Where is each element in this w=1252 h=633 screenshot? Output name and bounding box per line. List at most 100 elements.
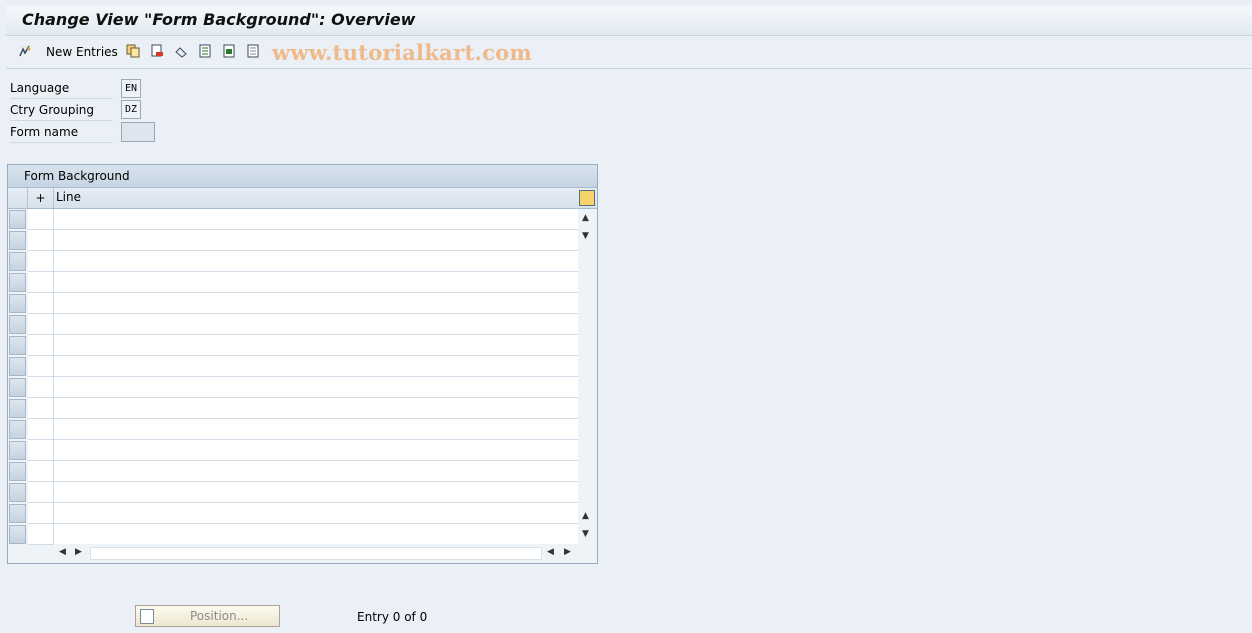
row-cell-plus[interactable]	[28, 524, 54, 545]
table-row	[8, 419, 578, 440]
column-header-plus[interactable]: +	[28, 188, 54, 208]
row-cell-line[interactable]	[54, 440, 578, 461]
row-cell-line[interactable]	[54, 230, 578, 251]
table-row	[8, 482, 578, 503]
vertical-scrollbar[interactable]: ▲ ▼ ▲ ▼	[579, 209, 595, 543]
table-row	[8, 272, 578, 293]
table-row	[8, 398, 578, 419]
row-selector-button[interactable]	[9, 357, 26, 376]
display-change-icon[interactable]	[18, 44, 32, 60]
table-header: + Line	[8, 188, 597, 209]
undo-change-icon[interactable]	[174, 44, 188, 60]
copy-as-icon[interactable]	[126, 44, 140, 60]
table-row	[8, 251, 578, 272]
table-settings-icon[interactable]	[579, 190, 595, 206]
scroll-left-end-icon[interactable]: ◀	[547, 547, 554, 557]
row-cell-plus[interactable]	[28, 461, 54, 482]
select-all-rows-button[interactable]	[8, 188, 28, 208]
row-cell-line[interactable]	[54, 314, 578, 335]
select-block-icon[interactable]	[222, 44, 236, 60]
row-cell-plus[interactable]	[28, 356, 54, 377]
scroll-left-icon[interactable]: ◀	[59, 547, 66, 557]
row-cell-plus[interactable]	[28, 314, 54, 335]
row-selector-button[interactable]	[9, 210, 26, 229]
row-cell-plus[interactable]	[28, 335, 54, 356]
select-all-icon[interactable]	[198, 44, 212, 60]
row-selector-button[interactable]	[9, 378, 26, 397]
scroll-down-icon[interactable]: ▼	[582, 231, 589, 241]
language-value: EN	[121, 79, 141, 98]
row-cell-line[interactable]	[54, 251, 578, 272]
table-row	[8, 461, 578, 482]
position-button-label: Position...	[190, 609, 249, 623]
table-row	[8, 524, 578, 545]
row-cell-plus[interactable]	[28, 209, 54, 230]
scroll-page-down-icon[interactable]: ▼	[582, 529, 589, 539]
row-cell-line[interactable]	[54, 272, 578, 293]
row-cell-line[interactable]	[54, 356, 578, 377]
row-cell-plus[interactable]	[28, 230, 54, 251]
column-header-line[interactable]: Line	[56, 190, 81, 204]
row-cell-plus[interactable]	[28, 293, 54, 314]
form-name-input[interactable]	[121, 122, 155, 142]
row-selector-button[interactable]	[9, 525, 26, 544]
row-cell-line[interactable]	[54, 335, 578, 356]
row-selector-button[interactable]	[9, 420, 26, 439]
row-cell-line[interactable]	[54, 293, 578, 314]
scroll-right-end-icon[interactable]: ▶	[564, 547, 571, 557]
row-selector-button[interactable]	[9, 399, 26, 418]
row-cell-plus[interactable]	[28, 482, 54, 503]
row-selector-button[interactable]	[9, 441, 26, 460]
ctry-grouping-value: DZ	[121, 100, 141, 119]
row-cell-line[interactable]	[54, 461, 578, 482]
row-cell-line[interactable]	[54, 377, 578, 398]
watermark-text: www.tutorialkart.com	[272, 40, 532, 65]
table-row	[8, 293, 578, 314]
position-button[interactable]: Position...	[135, 605, 280, 627]
new-entries-button[interactable]: New Entries	[46, 45, 118, 61]
row-selector-button[interactable]	[9, 315, 26, 334]
table-row	[8, 314, 578, 335]
row-selector-button[interactable]	[9, 462, 26, 481]
row-cell-line[interactable]	[54, 209, 578, 230]
row-cell-line[interactable]	[54, 419, 578, 440]
form-name-label: Form name	[10, 123, 113, 143]
row-selector-button[interactable]	[9, 252, 26, 271]
application-toolbar: New Entries www.tutorialkart.com	[6, 36, 1252, 69]
row-cell-plus[interactable]	[28, 272, 54, 293]
row-cell-plus[interactable]	[28, 377, 54, 398]
row-selector-button[interactable]	[9, 483, 26, 502]
horizontal-scrollbar[interactable]: ◀ ▶ ◀ ▶	[54, 544, 578, 561]
row-cell-line[interactable]	[54, 503, 578, 524]
row-cell-plus[interactable]	[28, 440, 54, 461]
deselect-all-icon[interactable]	[246, 44, 260, 60]
row-selector-button[interactable]	[9, 273, 26, 292]
row-cell-plus[interactable]	[28, 503, 54, 524]
scroll-up-icon[interactable]: ▲	[582, 213, 589, 223]
ctry-grouping-label: Ctry Grouping	[10, 101, 113, 121]
scroll-page-up-icon[interactable]: ▲	[582, 511, 589, 521]
table-row	[8, 377, 578, 398]
scroll-right-icon[interactable]: ▶	[75, 547, 82, 557]
row-cell-line[interactable]	[54, 482, 578, 503]
table-row	[8, 209, 578, 230]
table-rows	[8, 209, 578, 545]
row-cell-line[interactable]	[54, 524, 578, 545]
row-selector-button[interactable]	[9, 336, 26, 355]
delete-icon[interactable]	[150, 44, 164, 60]
row-cell-plus[interactable]	[28, 251, 54, 272]
title-bar: Change View "Form Background": Overview	[6, 6, 1252, 36]
table-row	[8, 230, 578, 251]
entry-counter: Entry 0 of 0	[357, 610, 428, 624]
table-title-bar: Form Background	[8, 165, 597, 188]
row-selector-button[interactable]	[9, 294, 26, 313]
table-row	[8, 356, 578, 377]
row-cell-plus[interactable]	[28, 419, 54, 440]
table-control: Form Background + Line ▲ ▼ ▲ ▼ ◀ ▶ ◀ ▶	[7, 164, 598, 564]
row-cell-plus[interactable]	[28, 398, 54, 419]
row-cell-line[interactable]	[54, 398, 578, 419]
language-label: Language	[10, 79, 113, 99]
horizontal-scroll-track[interactable]	[90, 547, 542, 560]
row-selector-button[interactable]	[9, 231, 26, 250]
row-selector-button[interactable]	[9, 504, 26, 523]
